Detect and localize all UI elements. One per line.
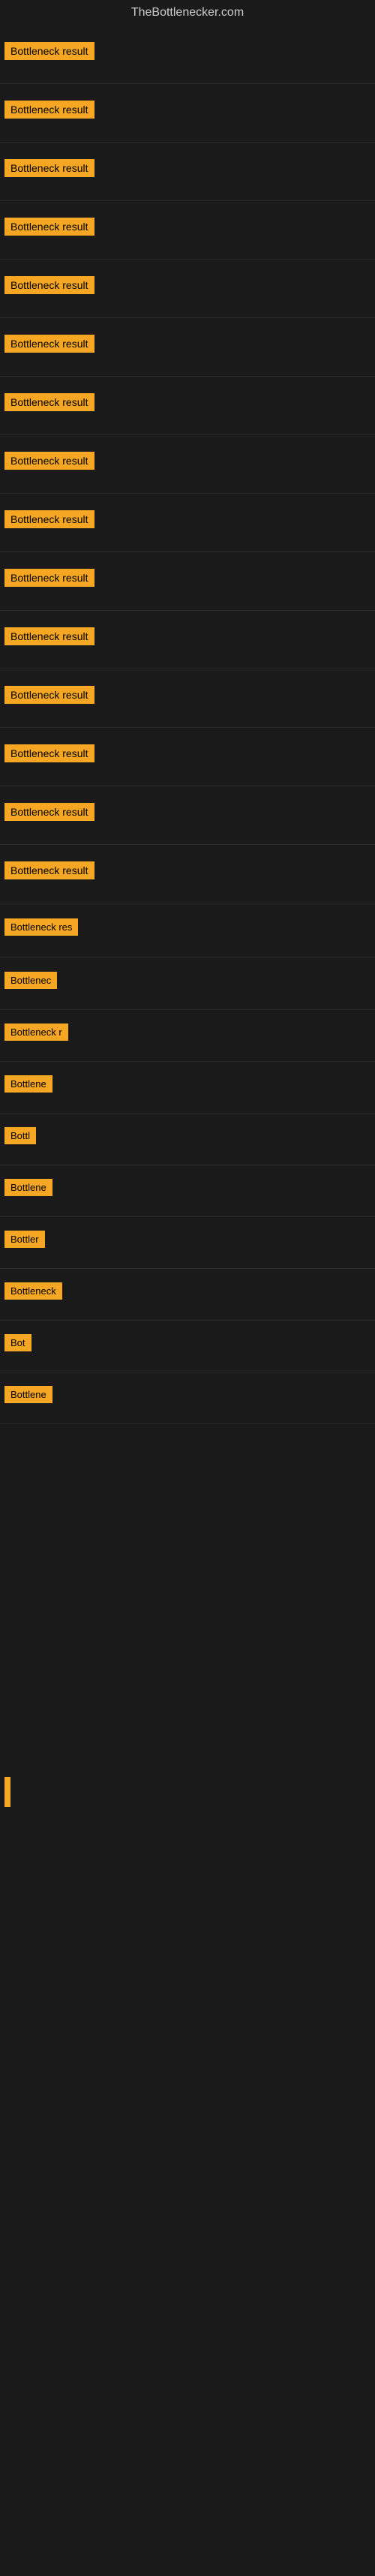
bottleneck-result-15[interactable]: Bottleneck result [4, 861, 94, 879]
bottleneck-result-17[interactable]: Bottlenec [4, 972, 57, 989]
row-17: Bottlenec [0, 958, 375, 1010]
empty-section-3 [0, 2276, 375, 2576]
bottleneck-result-7[interactable]: Bottleneck result [4, 393, 94, 411]
bottleneck-result-6[interactable]: Bottleneck result [4, 335, 94, 353]
bottleneck-result-3[interactable]: Bottleneck result [4, 159, 94, 177]
page-container: TheBottlenecker.com Bottleneck result Bo… [0, 0, 375, 2576]
bottleneck-result-11[interactable]: Bottleneck result [4, 627, 94, 645]
bottleneck-result-4[interactable]: Bottleneck result [4, 218, 94, 236]
row-11: Bottleneck result [0, 611, 375, 669]
bottleneck-result-16[interactable]: Bottleneck res [4, 918, 78, 936]
bottleneck-result-8[interactable]: Bottleneck result [4, 452, 94, 470]
row-4: Bottleneck result [0, 201, 375, 260]
bottleneck-result-1[interactable]: Bottleneck result [4, 42, 94, 60]
bottleneck-result-19[interactable]: Bottlene [4, 1075, 52, 1093]
row-12: Bottleneck result [0, 669, 375, 728]
bottleneck-result-13[interactable]: Bottleneck result [4, 744, 94, 762]
row-9: Bottleneck result [0, 494, 375, 552]
bottleneck-result-10[interactable]: Bottleneck result [4, 569, 94, 587]
bottleneck-result-18[interactable]: Bottleneck r [4, 1023, 68, 1041]
empty-section [0, 1424, 375, 1762]
empty-section-2 [0, 1826, 375, 2276]
bottleneck-result-22[interactable]: Bottler [4, 1231, 45, 1248]
row-6: Bottleneck result [0, 318, 375, 377]
site-title: TheBottlenecker.com [0, 0, 375, 26]
row-25: Bottlene [0, 1372, 375, 1424]
row-18: Bottleneck r [0, 1010, 375, 1062]
bottleneck-result-14[interactable]: Bottleneck result [4, 803, 94, 821]
row-3: Bottleneck result [0, 143, 375, 201]
row-8: Bottleneck result [0, 435, 375, 494]
row-23: Bottleneck [0, 1269, 375, 1321]
row-14: Bottleneck result [0, 786, 375, 845]
small-indicator-section [0, 1762, 375, 1826]
bottleneck-result-20[interactable]: Bottl [4, 1127, 36, 1144]
row-10: Bottleneck result [0, 552, 375, 611]
bottleneck-result-23[interactable]: Bottleneck [4, 1282, 62, 1300]
row-19: Bottlene [0, 1062, 375, 1114]
bottleneck-result-24[interactable]: Bot [4, 1334, 32, 1351]
small-indicator [4, 1777, 10, 1807]
row-2: Bottleneck result [0, 84, 375, 143]
bottleneck-result-5[interactable]: Bottleneck result [4, 276, 94, 294]
row-1: Bottleneck result [0, 26, 375, 84]
row-16: Bottleneck res [0, 903, 375, 958]
bottleneck-result-12[interactable]: Bottleneck result [4, 686, 94, 704]
bottleneck-result-9[interactable]: Bottleneck result [4, 510, 94, 528]
row-21: Bottlene [0, 1165, 375, 1217]
bottleneck-result-2[interactable]: Bottleneck result [4, 101, 94, 119]
bottleneck-result-25[interactable]: Bottlene [4, 1386, 52, 1403]
row-13: Bottleneck result [0, 728, 375, 786]
row-20: Bottl [0, 1114, 375, 1165]
row-22: Bottler [0, 1217, 375, 1269]
row-15: Bottleneck result [0, 845, 375, 903]
row-7: Bottleneck result [0, 377, 375, 435]
bottleneck-result-21[interactable]: Bottlene [4, 1179, 52, 1196]
row-5: Bottleneck result [0, 260, 375, 318]
row-24: Bot [0, 1321, 375, 1372]
